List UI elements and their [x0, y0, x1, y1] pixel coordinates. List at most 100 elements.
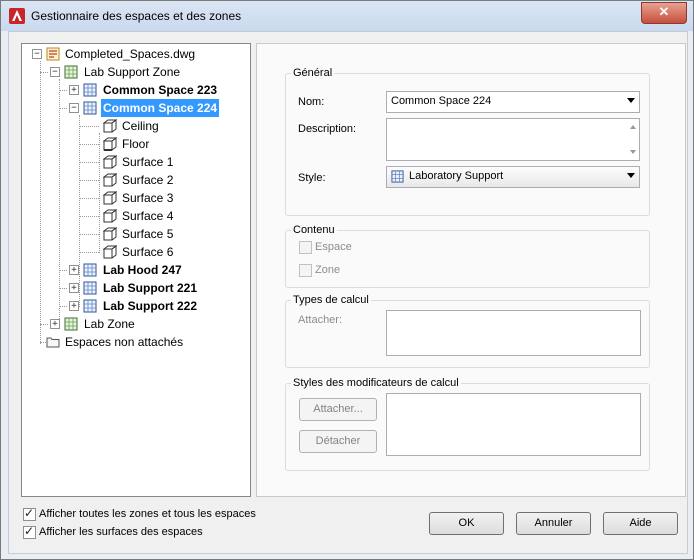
name-value: Common Space 224	[391, 95, 492, 107]
space-icon	[83, 263, 97, 277]
space-icon	[83, 281, 97, 295]
chevron-down-icon[interactable]	[627, 98, 635, 103]
attach-button[interactable]: Attacher...	[299, 398, 377, 421]
expand-icon[interactable]: +	[69, 301, 79, 311]
detach-button[interactable]: Détacher	[299, 430, 377, 453]
help-button[interactable]: Aide	[603, 512, 678, 535]
tree-guide-line	[79, 252, 99, 253]
zone-checkbox[interactable]	[299, 264, 312, 277]
chevron-down-icon[interactable]	[627, 173, 635, 178]
tree-node-surface-4[interactable]: Surface 4	[22, 207, 248, 225]
close-button[interactable]: ✕	[641, 2, 687, 24]
tree-node-lab-support-222[interactable]: + Lab Support 222	[22, 297, 248, 315]
show-all-zones-label: Afficher toutes les zones et tous les es…	[39, 508, 256, 520]
tree-label: Surface 1	[122, 155, 174, 169]
style-label: Style:	[298, 172, 326, 184]
tree-label: Floor	[122, 137, 150, 151]
tree-label: Lab Support 222	[103, 299, 198, 313]
expand-icon[interactable]: +	[69, 265, 79, 275]
tree-label: Surface 6	[122, 245, 174, 259]
tree-node-unattached-spaces[interactable]: Espaces non attachés	[22, 333, 248, 351]
tree-node-lab-hood-247[interactable]: + Lab Hood 247	[22, 261, 248, 279]
show-surfaces-label: Afficher les surfaces des espaces	[39, 526, 203, 538]
tree-node-common-space-223[interactable]: + Common Space 223	[22, 81, 248, 99]
tree-guide-line	[40, 324, 48, 325]
tree-guide-line	[59, 90, 67, 91]
style-dropdown[interactable]: Laboratory Support	[386, 166, 640, 188]
tree-node-surface-2[interactable]: Surface 2	[22, 171, 248, 189]
tree-guide-line	[79, 126, 99, 127]
tree-label: Lab Hood 247	[103, 263, 182, 277]
tree-node-surface-5[interactable]: Surface 5	[22, 225, 248, 243]
tree-guide-line	[79, 198, 99, 199]
show-surfaces-checkbox[interactable]	[23, 524, 36, 539]
folder-icon	[46, 337, 60, 348]
tree-label: Surface 2	[122, 173, 174, 187]
tree-guide-line	[59, 108, 67, 109]
collapse-icon[interactable]: −	[32, 49, 42, 59]
tree-node-root[interactable]: − Completed_Spaces.dwg	[22, 45, 248, 63]
tree-guide-line	[59, 306, 67, 307]
tree-node-surface-6[interactable]: Surface 6	[22, 243, 248, 261]
dialog-client-area: − Completed_Spaces.dwg − Lab Support Zon…	[8, 31, 688, 554]
wall-surface-icon	[103, 155, 117, 169]
collapse-icon[interactable]: −	[50, 67, 60, 77]
tree-node-floor[interactable]: Floor	[22, 135, 248, 153]
tree-label: Lab Zone	[84, 317, 135, 331]
calc-modifiers-group-label: Styles des modificateurs de calcul	[291, 377, 461, 389]
dialog-window: Gestionnaire des espaces et des zones ✕ …	[0, 0, 694, 560]
tree-node-surface-1[interactable]: Surface 1	[22, 153, 248, 171]
scroll-up-icon[interactable]	[630, 125, 636, 129]
show-all-zones-checkbox[interactable]	[23, 506, 36, 521]
zone-icon	[64, 317, 78, 331]
tree-node-common-space-224[interactable]: − Common Space 224	[22, 99, 248, 117]
tree-node-lab-support-221[interactable]: + Lab Support 221	[22, 279, 248, 297]
tree-guide-line	[79, 162, 99, 163]
tree-guide-line	[79, 234, 99, 235]
expand-icon[interactable]: +	[69, 85, 79, 95]
calc-types-list[interactable]	[386, 310, 641, 356]
tree-node-lab-zone[interactable]: + Lab Zone	[22, 315, 248, 333]
dwg-file-icon	[46, 47, 60, 61]
tree-guide-line	[79, 180, 99, 181]
tree-label: Lab Support Zone	[84, 65, 181, 79]
close-icon: ✕	[658, 4, 670, 19]
tree-label-selected: Common Space 224	[101, 99, 220, 117]
name-combobox[interactable]: Common Space 224	[386, 91, 640, 113]
window-title: Gestionnaire des espaces et des zones	[31, 9, 242, 23]
scroll-down-icon[interactable]	[630, 150, 636, 154]
general-group-label: Général	[291, 67, 335, 79]
space-icon	[83, 101, 97, 115]
tree-node-lab-support-zone[interactable]: − Lab Support Zone	[22, 63, 248, 81]
wall-surface-icon	[103, 245, 117, 259]
attach-label: Attacher:	[298, 314, 343, 326]
wall-surface-icon	[103, 173, 117, 187]
content-group-label: Contenu	[291, 224, 337, 236]
tree-node-ceiling[interactable]: Ceiling	[22, 117, 248, 135]
description-label: Description:	[298, 123, 357, 135]
expand-icon[interactable]: +	[50, 319, 60, 329]
space-checkbox-label: Espace	[315, 241, 352, 253]
style-value: Laboratory Support	[409, 170, 504, 182]
description-textarea[interactable]	[386, 118, 640, 161]
expand-icon[interactable]: +	[69, 283, 79, 293]
ok-button[interactable]: OK	[429, 512, 504, 535]
autocad-app-icon	[9, 8, 25, 24]
tree-label: Surface 4	[122, 209, 174, 223]
space-style-icon	[391, 170, 404, 183]
zone-icon	[64, 65, 78, 79]
cancel-button[interactable]: Annuler	[516, 512, 591, 535]
collapse-icon[interactable]: −	[69, 103, 79, 113]
tree-guide-line	[79, 144, 99, 145]
spaces-zones-tree[interactable]: − Completed_Spaces.dwg − Lab Support Zon…	[21, 43, 251, 497]
tree-label: Surface 3	[122, 191, 174, 205]
tree-node-surface-3[interactable]: Surface 3	[22, 189, 248, 207]
wall-surface-icon	[103, 227, 117, 241]
tree-label: Completed_Spaces.dwg	[65, 47, 196, 61]
calc-types-group-label: Types de calcul	[291, 294, 371, 306]
tree-guide-line	[59, 288, 67, 289]
title-bar[interactable]: Gestionnaire des espaces et des zones ✕	[1, 1, 693, 31]
calc-modifiers-list[interactable]	[386, 393, 641, 456]
zone-checkbox-label: Zone	[315, 264, 341, 276]
space-checkbox[interactable]	[299, 241, 312, 254]
